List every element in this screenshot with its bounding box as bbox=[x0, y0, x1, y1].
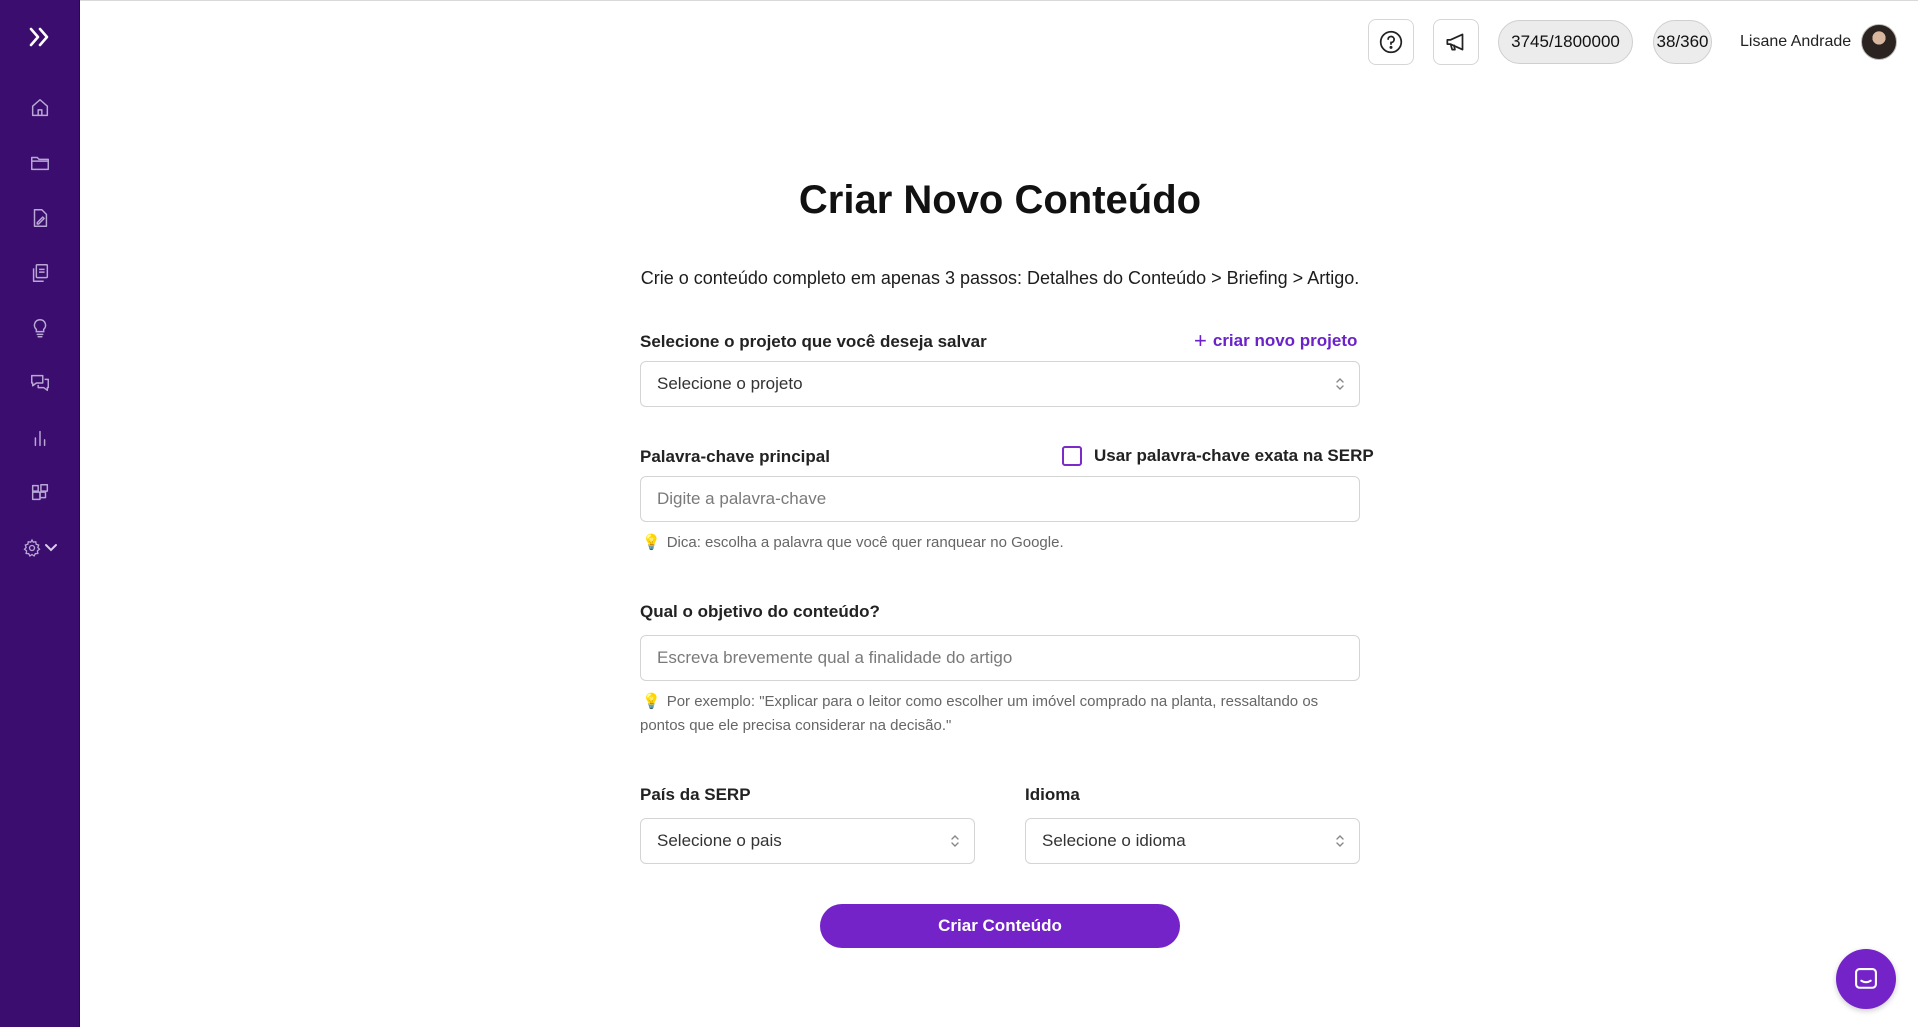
keyword-input-placeholder: Digite a palavra-chave bbox=[657, 489, 827, 508]
top-border bbox=[80, 0, 1918, 1]
chevron-down-icon bbox=[45, 544, 57, 552]
articles-credits-badge[interactable]: 38/360 bbox=[1653, 20, 1712, 64]
sidebar-item-integrations[interactable] bbox=[20, 473, 60, 513]
document-edit-icon bbox=[33, 209, 48, 227]
language-select[interactable]: Selecione o idioma bbox=[1025, 818, 1360, 864]
keyword-input[interactable]: Digite a palavra-chave bbox=[640, 476, 1360, 522]
folder-icon bbox=[31, 156, 49, 171]
page-subtitle: Crie o conteúdo completo em apenas 3 pas… bbox=[640, 268, 1360, 288]
objective-input-placeholder: Escreva brevemente qual a finalidade do … bbox=[657, 648, 1013, 667]
project-label: Selecione o projeto que você deseja salv… bbox=[640, 332, 987, 351]
language-select-value: Selecione o idioma bbox=[1042, 831, 1186, 850]
sidebar bbox=[0, 0, 80, 1027]
exact-keyword-toggle[interactable]: Usar palavra-chave exata na SERP bbox=[1062, 446, 1374, 466]
lightbulb-hint-icon: 💡 bbox=[642, 693, 661, 710]
words-credits-badge[interactable]: 3745/1800000 bbox=[1498, 20, 1633, 64]
user-menu[interactable]: Lisane Andrade bbox=[1740, 24, 1898, 60]
create-project-link[interactable]: + criar novo projeto bbox=[1194, 330, 1357, 352]
select-chevron-icon bbox=[951, 835, 959, 847]
keyword-hint: 💡 Dica: escolha a palavra que você quer r… bbox=[642, 531, 1064, 555]
country-select[interactable]: Selecione o pais bbox=[640, 818, 975, 864]
app-root: 3745/1800000 38/360 Lisane Andrade Criar… bbox=[0, 0, 1918, 1027]
project-select[interactable]: Selecione o projeto bbox=[640, 361, 1360, 407]
sidebar-item-ideas[interactable] bbox=[20, 308, 60, 348]
sidebar-item-chat[interactable] bbox=[20, 363, 60, 403]
gear-icon bbox=[23, 538, 41, 557]
objective-label: Qual o objetivo do conteúdo? bbox=[640, 602, 880, 621]
sidebar-item-analytics[interactable] bbox=[20, 418, 60, 458]
create-project-link-label: criar novo projeto bbox=[1212, 331, 1358, 350]
keyword-label: Palavra-chave principal bbox=[640, 447, 830, 466]
help-button[interactable] bbox=[1368, 19, 1414, 65]
sidebar-item-home[interactable] bbox=[20, 88, 60, 128]
keyword-hint-text: Dica: escolha a palavra que você quer ra… bbox=[666, 534, 1064, 551]
avatar bbox=[1861, 24, 1898, 60]
documents-copy-icon bbox=[32, 264, 49, 282]
country-label: País da SERP bbox=[640, 785, 751, 804]
sidebar-item-editor[interactable] bbox=[20, 198, 60, 238]
help-circle-icon bbox=[1379, 30, 1403, 54]
support-chat-button[interactable] bbox=[1836, 949, 1896, 1009]
language-label: Idioma bbox=[1025, 785, 1080, 804]
apps-grid-icon bbox=[31, 484, 49, 501]
plus-icon: + bbox=[1194, 328, 1207, 353]
objective-hint-line-1: 💡 Por exemplo: "Explicar para o leitor co… bbox=[642, 690, 1362, 714]
country-select-value: Selecione o pais bbox=[657, 831, 782, 850]
exact-keyword-label: Usar palavra-chave exata na SERP bbox=[1094, 446, 1374, 465]
objective-hint: 💡 Por exemplo: "Explicar para o leitor co… bbox=[640, 690, 1362, 738]
user-name: Lisane Andrade bbox=[1740, 33, 1852, 50]
objective-hint-line-2: pontos que ele precisa considerar na dec… bbox=[640, 714, 1362, 738]
double-chevron-right-icon bbox=[29, 27, 49, 47]
chat-bubbles-icon bbox=[31, 374, 49, 392]
lightbulb-icon bbox=[33, 319, 47, 338]
objective-hint-text-1: Por exemplo: "Explicar para o leitor com… bbox=[666, 693, 1319, 710]
lightbulb-hint-icon: 💡 bbox=[642, 534, 661, 551]
announcements-button[interactable] bbox=[1433, 19, 1479, 65]
megaphone-icon bbox=[1446, 33, 1464, 51]
create-content-button[interactable]: Criar Conteúdo bbox=[820, 904, 1180, 948]
page-title: Criar Novo Conteúdo bbox=[798, 178, 1202, 222]
objective-hint-text-2: pontos que ele precisa considerar na dec… bbox=[640, 717, 952, 734]
sidebar-item-contents[interactable] bbox=[20, 253, 60, 293]
select-chevron-icon bbox=[1336, 378, 1344, 390]
sidebar-settings-menu[interactable] bbox=[18, 528, 62, 568]
objective-input[interactable]: Escreva brevemente qual a finalidade do … bbox=[640, 635, 1360, 681]
project-select-value: Selecione o projeto bbox=[657, 374, 803, 393]
exact-keyword-checkbox[interactable] bbox=[1062, 446, 1082, 466]
home-icon bbox=[31, 99, 49, 117]
select-chevron-icon bbox=[1336, 835, 1344, 847]
sidebar-expand-button[interactable] bbox=[22, 22, 58, 52]
bar-chart-icon bbox=[34, 430, 46, 447]
chat-icon bbox=[1855, 968, 1877, 989]
sidebar-item-projects[interactable] bbox=[20, 143, 60, 183]
